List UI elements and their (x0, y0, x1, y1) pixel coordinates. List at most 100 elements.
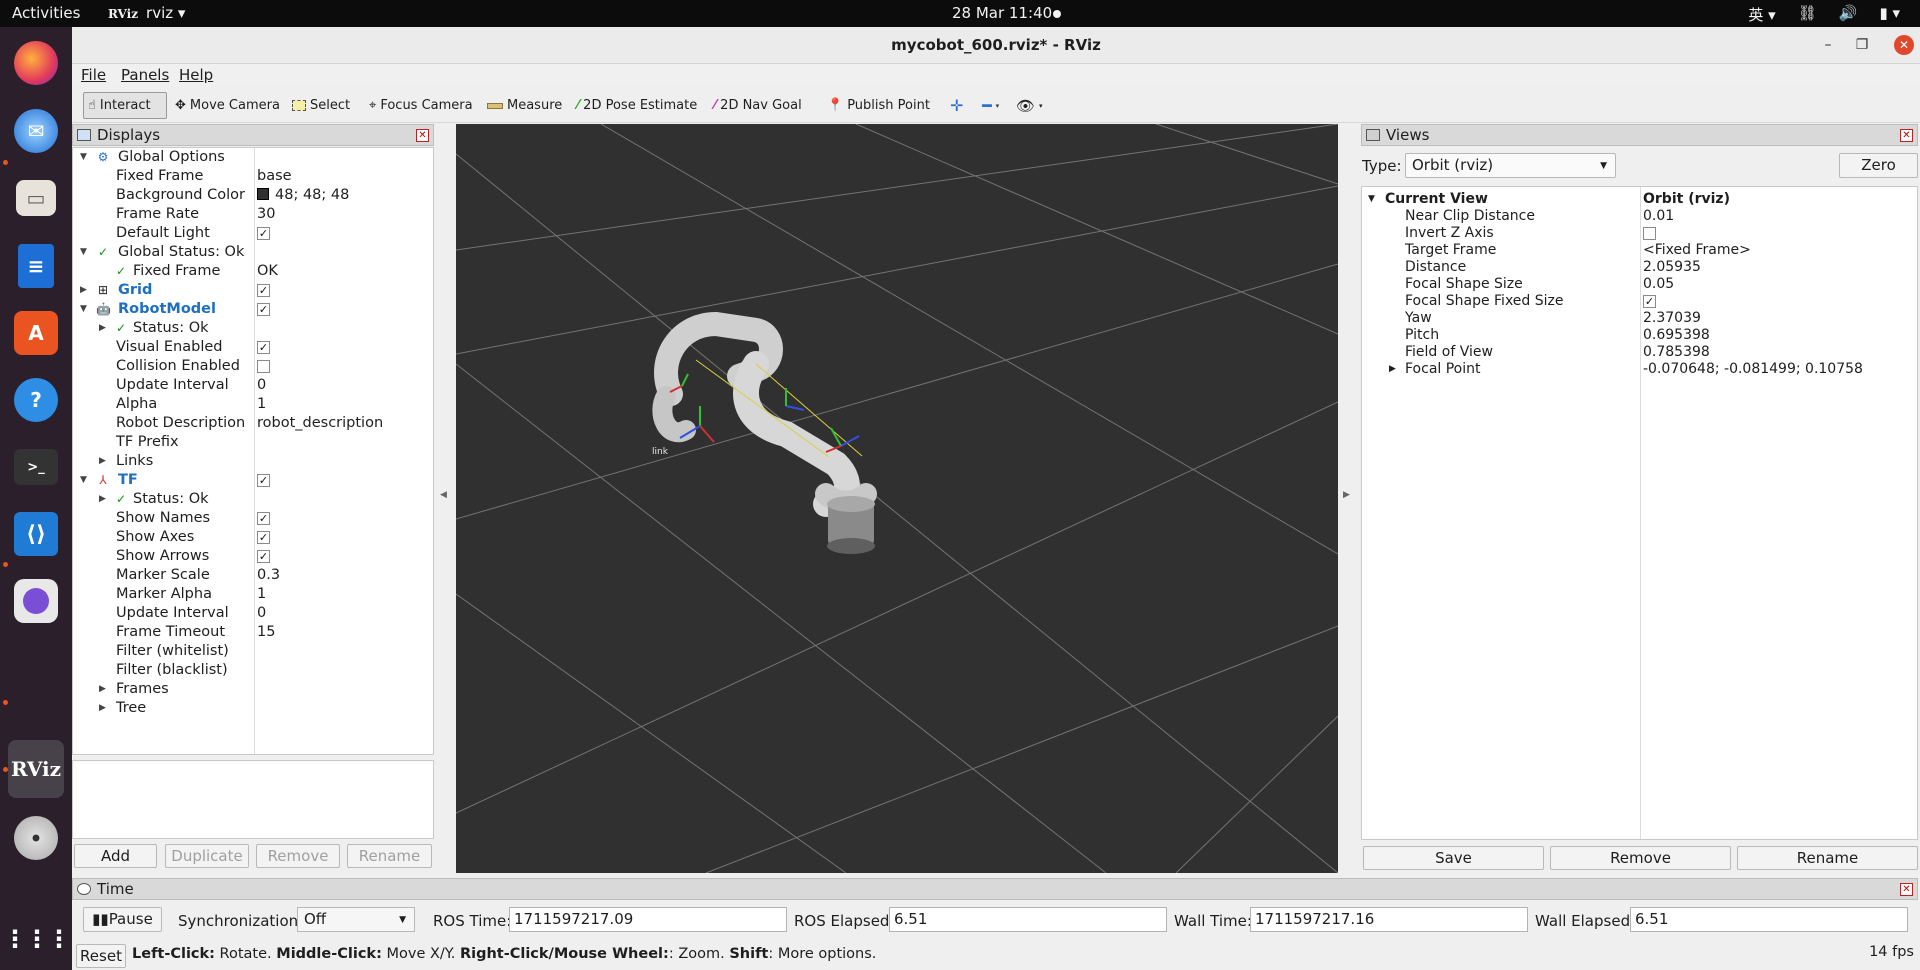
invert-z-row[interactable]: Invert Z Axis (1362, 225, 1917, 242)
collision-enabled-checkbox[interactable] (257, 360, 270, 373)
tree-row-tree[interactable]: ▶ Tree (73, 699, 433, 718)
tree-row-visual-enabled[interactable]: Visual Enabled ✓ (73, 338, 433, 357)
tree-row-filter-whitelist[interactable]: Filter (whitelist) (73, 642, 433, 661)
show-arrows-checkbox[interactable]: ✓ (257, 550, 270, 563)
views-properties-tree[interactable]: ▼ Current View Orbit (rviz) Near Clip Di… (1361, 186, 1918, 840)
collapse-left-icon[interactable]: ◀ (440, 490, 447, 500)
tool-select[interactable]: Select (288, 92, 354, 119)
duplicate-display-button[interactable]: Duplicate (165, 844, 249, 868)
fixed-frame-value[interactable]: base (257, 167, 292, 186)
wall-elapsed-field[interactable]: 6.51 (1630, 907, 1908, 932)
focal-shape-size-row[interactable]: Focal Shape Size 0.05 (1362, 276, 1917, 293)
remove-tool-button[interactable]: ━ ▾ (978, 92, 1003, 119)
tree-row-frames[interactable]: ▶ Frames (73, 680, 433, 699)
chevron-right-icon[interactable]: ▶ (99, 490, 109, 509)
tree-row-fixed-frame[interactable]: Fixed Frame base (73, 167, 433, 186)
wall-time-field[interactable]: 1711597217.16 (1250, 907, 1528, 932)
menu-file[interactable]: File (81, 66, 106, 84)
show-applications-button[interactable]: ⋮⋮⋮ (3, 911, 71, 967)
battery-icon[interactable]: ▮ ▾ (1879, 4, 1900, 25)
show-axes-checkbox[interactable]: ✓ (257, 531, 270, 544)
tool-properties-button[interactable]: 👁 ▾ (1012, 92, 1047, 119)
dock-rviz[interactable]: RViz (8, 740, 64, 798)
close-panel-icon[interactable]: ✕ (416, 129, 429, 142)
tool-move-camera[interactable]: ✥ Move Camera (171, 92, 284, 119)
chevron-right-icon[interactable]: ▶ (99, 452, 109, 471)
tree-row-rm-update-interval[interactable]: Update Interval 0 (73, 376, 433, 395)
chevron-right-icon[interactable]: ▶ (80, 281, 90, 300)
reset-button[interactable]: Reset (76, 944, 126, 968)
tree-row-links[interactable]: ▶ Links (73, 452, 433, 471)
tool-2d-nav-goal[interactable]: ⁄ 2D Nav Goal (710, 92, 806, 119)
tree-row-tf[interactable]: ▼ ⅄ TF ✓ (73, 471, 433, 490)
close-panel-icon[interactable]: ✕ (1900, 129, 1913, 142)
volume-icon[interactable]: 🔊 (1839, 4, 1858, 25)
chevron-down-icon[interactable]: ▼ (80, 243, 90, 262)
grid-enabled-checkbox[interactable]: ✓ (257, 284, 270, 297)
tree-row-default-light[interactable]: Default Light ✓ (73, 224, 433, 243)
tree-row-tf-update-interval[interactable]: Update Interval 0 (73, 604, 433, 623)
focal-shape-fixed-row[interactable]: Focal Shape Fixed Size ✓ (1362, 293, 1917, 310)
tree-row-filter-blacklist[interactable]: Filter (blacklist) (73, 661, 433, 680)
distance-row[interactable]: Distance 2.05935 (1362, 259, 1917, 276)
yaw-row[interactable]: Yaw 2.37039 (1362, 310, 1917, 327)
dock-firefox[interactable] (8, 35, 64, 91)
add-display-button[interactable]: Add (74, 844, 157, 868)
invert-z-checkbox[interactable] (1643, 227, 1656, 240)
chevron-down-icon[interactable]: ▼ (1368, 191, 1375, 208)
chevron-down-icon[interactable]: ▼ (80, 300, 90, 319)
input-method-indicator[interactable]: 英 ▾ (1748, 4, 1775, 25)
frame-rate-value[interactable]: 30 (257, 205, 275, 224)
ros-time-field[interactable]: 1711597217.09 (509, 907, 787, 932)
tree-row-marker-alpha[interactable]: Marker Alpha 1 (73, 585, 433, 604)
displays-tree[interactable]: ▼ ⚙ Global Options Fixed Frame base Back… (72, 147, 434, 755)
default-light-checkbox[interactable]: ✓ (257, 227, 270, 240)
activities-button[interactable]: Activities (12, 4, 80, 22)
tool-2d-pose-estimate[interactable]: ⁄ 2D Pose Estimate (573, 92, 701, 119)
chevron-down-icon[interactable]: ▼ (80, 148, 90, 167)
tree-row-marker-scale[interactable]: Marker Scale 0.3 (73, 566, 433, 585)
focal-point-row[interactable]: ▶ Focal Point -0.070648; -0.081499; 0.107… (1362, 361, 1917, 378)
dock-vscode[interactable]: ⟨⟩ (8, 506, 64, 562)
tree-row-global-status[interactable]: ▼ ✓ Global Status: Ok (73, 243, 433, 262)
pause-button[interactable]: ▮▮Pause (83, 907, 162, 932)
menu-panels[interactable]: Panels (121, 66, 169, 84)
tree-row-status-fixed-frame[interactable]: ✓ Fixed Frame OK (73, 262, 433, 281)
maximize-button[interactable]: ❐ (1852, 35, 1872, 55)
dock-disc[interactable] (8, 810, 64, 866)
close-panel-icon[interactable]: ✕ (1900, 883, 1913, 896)
tf-enabled-checkbox[interactable]: ✓ (257, 474, 270, 487)
dock-writer[interactable]: ≡ (8, 238, 64, 294)
clock[interactable]: 28 Mar 11:40 (952, 4, 1052, 22)
minimize-button[interactable]: – (1818, 35, 1838, 55)
tree-row-tf-status[interactable]: ▶ ✓ Status: Ok (73, 490, 433, 509)
dock-terminal[interactable]: >_ (8, 439, 64, 495)
view-type-select[interactable]: Orbit (rviz) ▼ (1405, 153, 1616, 178)
tool-measure[interactable]: Measure (483, 92, 566, 119)
system-tray[interactable]: 英 ▾ ⛓ 🔊 ▮ ▾ (1748, 4, 1900, 25)
chevron-right-icon[interactable]: ▶ (1389, 361, 1396, 378)
tree-row-alpha[interactable]: Alpha 1 (73, 395, 433, 414)
window-titlebar[interactable]: mycobot_600.rviz* - RViz – ❐ ✕ (72, 27, 1920, 64)
ros-elapsed-field[interactable]: 6.51 (889, 907, 1167, 932)
chevron-right-icon[interactable]: ▶ (99, 699, 109, 718)
background-color-value[interactable]: 48; 48; 48 (257, 186, 349, 205)
near-clip-row[interactable]: Near Clip Distance 0.01 (1362, 208, 1917, 225)
dock-files[interactable]: ▭ (8, 170, 64, 226)
fov-row[interactable]: Field of View 0.785398 (1362, 344, 1917, 361)
menu-help[interactable]: Help (179, 66, 213, 84)
rename-display-button[interactable]: Rename (347, 844, 432, 868)
visual-enabled-checkbox[interactable]: ✓ (257, 341, 270, 354)
tool-focus-camera[interactable]: ⌖ Focus Camera (365, 92, 477, 119)
remove-view-button[interactable]: Remove (1550, 846, 1731, 870)
target-frame-row[interactable]: Target Frame <Fixed Frame> (1362, 242, 1917, 259)
tree-row-show-arrows[interactable]: Show Arrows ✓ (73, 547, 433, 566)
tree-row-robot-model-status[interactable]: ▶ ✓ Status: Ok (73, 319, 433, 338)
robot-model-enabled-checkbox[interactable]: ✓ (257, 303, 270, 316)
save-view-button[interactable]: Save (1363, 846, 1544, 870)
pitch-row[interactable]: Pitch 0.695398 (1362, 327, 1917, 344)
dock-thunderbird[interactable]: ✉ (8, 103, 64, 159)
chevron-right-icon[interactable]: ▶ (99, 680, 109, 699)
tree-row-frame-rate[interactable]: Frame Rate 30 (73, 205, 433, 224)
tree-row-tf-prefix[interactable]: TF Prefix (73, 433, 433, 452)
